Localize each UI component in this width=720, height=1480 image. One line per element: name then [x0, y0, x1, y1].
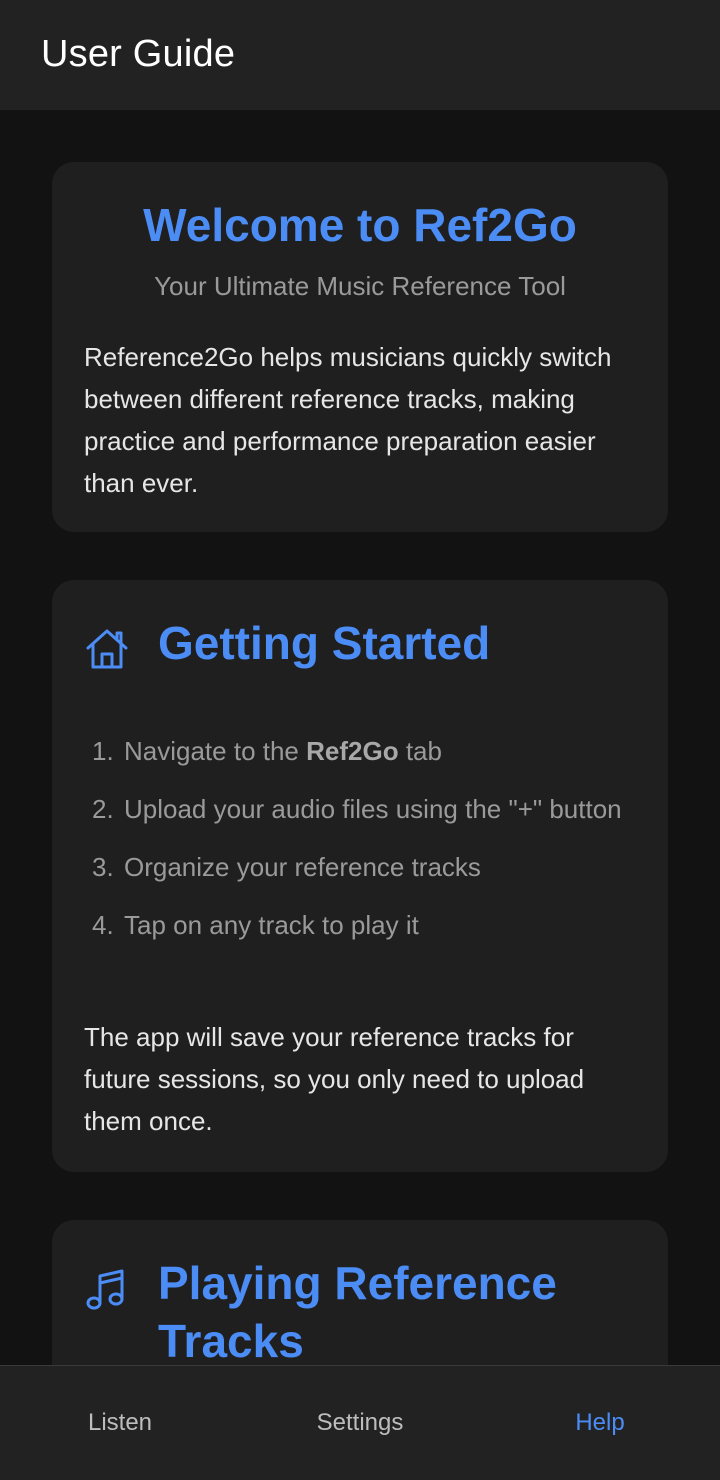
app-root: User Guide Welcome to Ref2Go Your Ultima… — [0, 0, 720, 1480]
top-app-bar: User Guide — [0, 0, 720, 110]
step-number: 3. — [92, 852, 114, 882]
home-icon — [86, 629, 128, 669]
guide-scroll-area[interactable]: Welcome to Ref2Go Your Ultimate Music Re… — [0, 110, 720, 1365]
welcome-description: Reference2Go helps musicians quickly swi… — [84, 342, 612, 498]
list-item: 2. Upload your audio files using the "+"… — [92, 788, 632, 830]
welcome-subtitle: Your Ultimate Music Reference Tool — [154, 271, 566, 301]
tab-settings[interactable]: Settings — [240, 1366, 480, 1480]
step-number: 2. — [92, 794, 114, 824]
playing-tracks-title: Playing Reference Tracks — [158, 1257, 557, 1365]
tab-help[interactable]: Help — [480, 1366, 720, 1480]
getting-started-title: Getting Started — [158, 617, 491, 669]
list-item: 3. Organize your reference tracks — [92, 846, 632, 888]
step-text: Organize your reference tracks — [124, 852, 481, 882]
page-title: User Guide — [41, 32, 236, 75]
welcome-card: Welcome to Ref2Go Your Ultimate Music Re… — [52, 162, 668, 532]
step-text: Upload your audio files using the "+" bu… — [124, 794, 622, 824]
welcome-title: Welcome to Ref2Go — [143, 199, 577, 251]
getting-started-footer: The app will save your reference tracks … — [84, 1022, 585, 1136]
list-item: 1. Navigate to the Ref2Go tab — [92, 730, 632, 772]
music-note-icon — [86, 1269, 124, 1310]
steps-list: 1. Navigate to the Ref2Go tab 2. Upload … — [92, 730, 632, 962]
step-text: Navigate to the Ref2Go tab — [124, 736, 442, 766]
tab-listen[interactable]: Listen — [0, 1366, 240, 1480]
step-text: Tap on any track to play it — [124, 910, 419, 940]
playing-tracks-header: Playing Reference Tracks — [84, 1254, 644, 1365]
ref2go-tab-name: Ref2Go — [306, 736, 399, 766]
getting-started-header: Getting Started — [84, 614, 644, 672]
step-number: 4. — [92, 910, 114, 940]
getting-started-card: Getting Started 1. Navigate to the Ref2G… — [52, 580, 668, 1172]
step-number: 1. — [92, 736, 114, 766]
playing-tracks-card: Playing Reference Tracks — [52, 1220, 668, 1365]
bottom-tab-bar: Listen Settings Help — [0, 1365, 720, 1480]
list-item: 4. Tap on any track to play it — [92, 904, 632, 946]
